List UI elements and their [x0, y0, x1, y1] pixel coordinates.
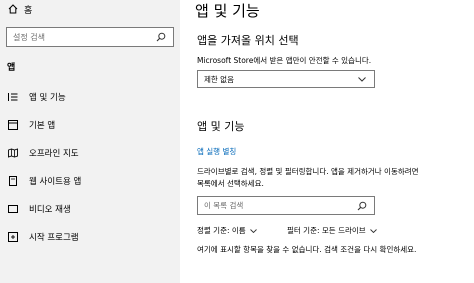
app-list-search-input[interactable]: 이 목록 검색 — [197, 196, 375, 215]
sidebar-item-offline-maps[interactable]: 오프라인 지도 — [0, 142, 180, 164]
sidebar-home[interactable]: 홈 — [0, 0, 32, 18]
list-icon — [8, 92, 18, 102]
settings-search-placeholder: 설정 검색 — [13, 32, 45, 42]
sort-by-label: 정렬 기준: 이름 — [197, 226, 246, 235]
apps-description-line2: 목록에서 선택하세요. — [197, 179, 264, 188]
sidebar-item-websites-apps[interactable]: 웹 사이트용 앱 — [0, 170, 180, 192]
startup-icon — [8, 232, 18, 242]
sidebar-item-label: 기본 앱 — [29, 121, 56, 131]
install-location-dropdown[interactable]: 제한 없음 — [197, 70, 375, 88]
sidebar-item-startup[interactable]: 시작 프로그램 — [0, 226, 180, 248]
settings-search-input[interactable]: 설정 검색 — [6, 27, 174, 47]
filter-by-label: 필터 기준: 모든 드라이브 — [287, 226, 366, 235]
install-location-heading: 앱을 가져올 위치 선택 — [197, 34, 299, 47]
sidebar-item-label: 시작 프로그램 — [29, 233, 79, 243]
apps-features-heading: 앱 및 기능 — [197, 120, 245, 133]
sidebar-section-label: 앱 — [7, 63, 16, 73]
app-execution-aliases-link[interactable]: 앱 실행 별칭 — [197, 146, 236, 157]
sidebar-item-label: 앱 및 기능 — [29, 93, 66, 103]
sidebar-item-apps-features[interactable]: 앱 및 기능 — [0, 86, 180, 108]
install-location-description: Microsoft Store에서 받은 앱만이 안전할 수 있습니다. — [197, 56, 372, 65]
sort-by-dropdown[interactable]: 정렬 기준: 이름 — [197, 225, 257, 236]
sidebar: 홈 설정 검색 앱 앱 및 기능 기본 앱 오프라인 지도 웹 사이트용 앱 비… — [0, 0, 180, 283]
video-icon — [8, 204, 18, 214]
default-apps-icon — [8, 120, 18, 130]
search-icon[interactable] — [357, 201, 369, 211]
home-label: 홈 — [24, 5, 33, 16]
chevron-down-icon — [249, 228, 257, 233]
apps-description-line1: 드라이브별로 검색, 정렬 및 필터링합니다. 앱을 제거하거나 이동하려면 — [197, 167, 419, 176]
install-location-value: 제한 없음 — [204, 74, 234, 84]
page-title: 앱 및 기능 — [195, 2, 260, 20]
website-apps-icon — [8, 176, 18, 186]
map-icon — [8, 148, 18, 158]
empty-results-message: 여기에 표시할 항목을 찾을 수 없습니다. 검색 조건을 다시 확인하세요. — [197, 245, 417, 254]
filter-by-dropdown[interactable]: 필터 기준: 모든 드라이브 — [287, 225, 377, 236]
sidebar-item-video-playback[interactable]: 비디오 재생 — [0, 198, 180, 220]
sidebar-item-label: 오프라인 지도 — [29, 149, 79, 159]
sidebar-item-label: 웹 사이트용 앱 — [29, 177, 82, 187]
app-list-search-placeholder: 이 목록 검색 — [204, 201, 244, 210]
main-content: 앱 및 기능 앱을 가져올 위치 선택 Microsoft Store에서 받은… — [180, 0, 474, 283]
chevron-down-icon — [358, 76, 368, 82]
home-icon — [8, 4, 18, 14]
sidebar-item-label: 비디오 재생 — [29, 205, 71, 215]
search-icon[interactable] — [155, 31, 167, 43]
sidebar-item-default-apps[interactable]: 기본 앱 — [0, 114, 180, 136]
chevron-down-icon — [369, 228, 377, 233]
